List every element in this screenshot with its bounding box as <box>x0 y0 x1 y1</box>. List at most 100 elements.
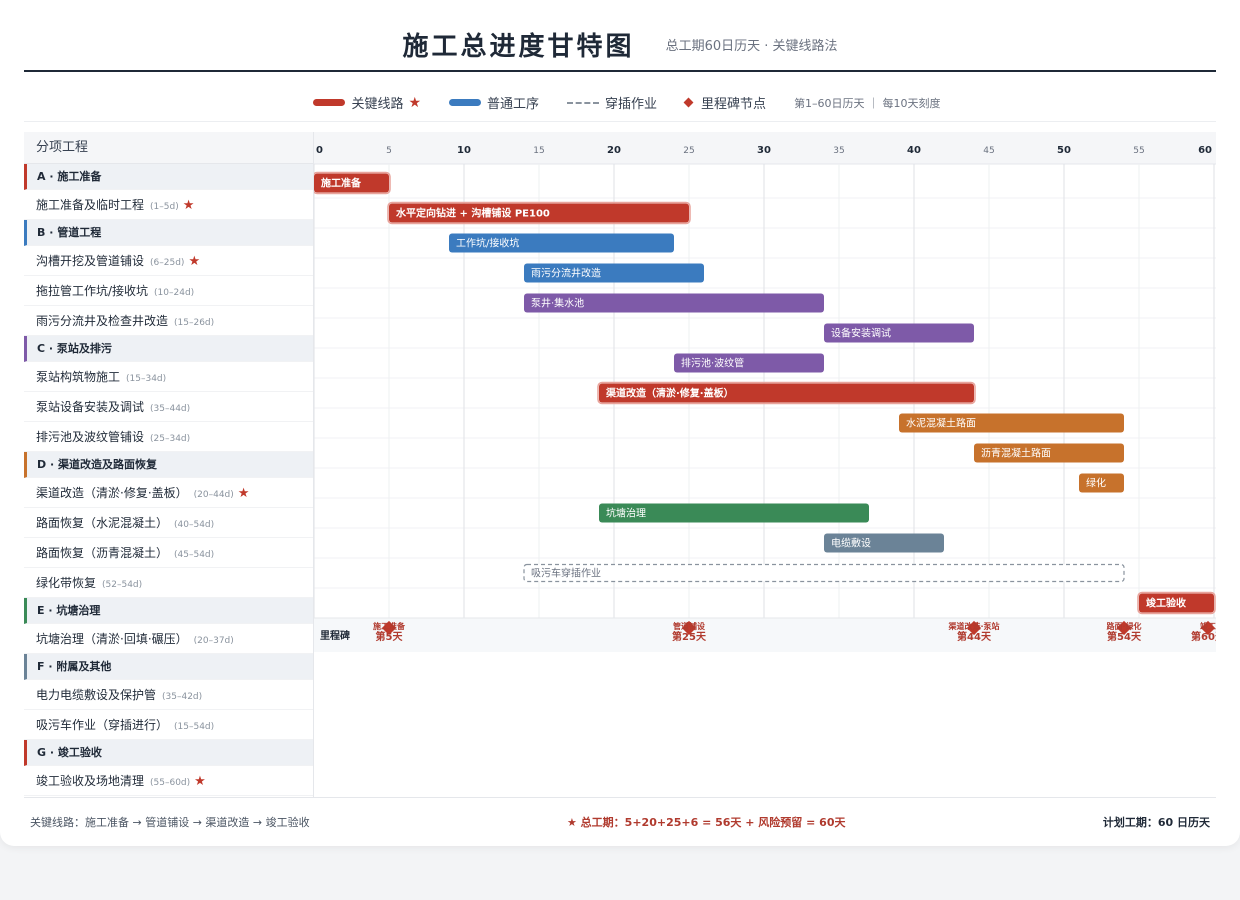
task-label: 泵站设备安装及调试 <box>36 400 145 414</box>
group-row: C · 泵站及排污 <box>24 336 313 362</box>
bar-label: 排污池·波纹管 <box>681 357 744 370</box>
task-duration: (40–54d) <box>174 520 215 530</box>
bar-label: 水泥混凝土路面 <box>906 417 976 430</box>
task-duration: (1–5d) <box>150 202 179 212</box>
task-list-header: 分项工程 <box>24 132 313 164</box>
dashed-swatch <box>567 101 600 104</box>
bar-label: 渠道改造（清淤·修复·盖板） <box>605 387 734 400</box>
legend-normal-label: 普通工序 <box>487 97 540 112</box>
gantt-bar-dashed <box>523 563 1125 583</box>
tick-label: 35 <box>833 146 844 156</box>
milestone-name: 渠道改造·泵站 <box>947 621 999 631</box>
task-label: 排污池及波纹管铺设 <box>36 430 145 444</box>
critical-star-icon: ★ <box>188 254 201 269</box>
task-row: 沟槽开挖及管道铺设 (6–25d) ★ <box>24 246 313 276</box>
legend-inserted: 穿插作业 <box>567 93 657 112</box>
task-row: 泵站设备安装及调试 (35–44d) <box>24 392 313 422</box>
group-row: F · 附属及其他 <box>24 654 313 680</box>
task-duration: (15–54d) <box>174 722 215 732</box>
task-row: 路面恢复（水泥混凝土） (40–54d) <box>24 508 313 538</box>
tick-label: 60 <box>1198 145 1212 156</box>
bar-label: 工作坑/接收坑 <box>456 237 519 250</box>
task-label: 电力电缆敷设及保护管 <box>36 688 157 702</box>
footer-planned-value: 60 日历天 <box>1157 816 1210 829</box>
task-row: 雨污分流井及检查井改造 (15–26d) <box>24 306 313 336</box>
task-row: 电力电缆敷设及保护管 (35–42d) <box>24 680 313 710</box>
task-label: 施工准备及临时工程 <box>36 198 145 212</box>
milestone-day: 第60天 <box>1191 630 1216 643</box>
legend-inserted-label: 穿插作业 <box>605 97 658 112</box>
task-list: 分项工程 A · 施工准备 施工准备及临时工程 (1–5d) ★ B · 管道工程 沟槽开… <box>24 132 314 798</box>
bar-label: 坑塘治理 <box>606 507 646 520</box>
task-row: 竣工验收及场地清理 (55–60d) ★ <box>24 766 313 796</box>
critical-star-icon: ★ <box>237 486 250 501</box>
task-label: 渠道改造（清淤·修复·盖板） <box>36 486 188 500</box>
milestone-band <box>314 618 1216 652</box>
tick-label: 15 <box>533 146 544 156</box>
tick-label: 55 <box>1133 146 1144 156</box>
critical-swatch <box>313 99 346 106</box>
normal-swatch <box>449 99 482 106</box>
bar-label: 吸污车穿插作业 <box>531 567 601 580</box>
critical-star-icon: ★ <box>194 774 206 789</box>
task-label: 路面恢复（水泥混凝土） <box>36 516 169 530</box>
tick-label: 30 <box>757 145 771 156</box>
legend-critical-label: 关键线路 <box>351 97 404 112</box>
milestone-day: 第54天 <box>1107 630 1142 643</box>
milestone-name: 竣工 <box>1200 621 1216 631</box>
task-duration: (35–44d) <box>150 404 191 414</box>
group-row: G · 竣工验收 <box>24 740 313 766</box>
task-row: 拖拉管工作坑/接收坑 (10–24d) <box>24 276 313 306</box>
tick-label: 25 <box>683 146 694 156</box>
task-duration: (15–26d) <box>174 318 215 328</box>
timeline: 0 5 10 15 20 25 30 35 40 45 50 55 60 施工准备 水平定向钻进 + 沟槽铺… <box>312 132 1226 798</box>
task-duration: (20–44d) <box>193 490 234 500</box>
task-row: 坑塘治理（清淤·回填·碾压） (20–37d) <box>24 624 313 654</box>
task-row: 排污池及波纹管铺设 (25–34d) <box>24 422 313 452</box>
tick-label: 50 <box>1057 145 1071 156</box>
footer-critical-path: 关键线路：施工准备 → 管道铺设 → 渠道改造 → 竣工验收 <box>30 816 310 829</box>
milestone-row-label: 里程碑 <box>320 629 350 642</box>
milestone-name: 管道铺设 <box>673 621 705 631</box>
task-duration: (15–34d) <box>126 374 167 384</box>
bar-label: 绿化 <box>1086 477 1106 490</box>
tick-label: 0 <box>316 145 323 156</box>
gantt-svg: 0 5 10 15 20 25 30 35 40 45 50 55 60施工准备水平定向钻进 + 沟槽铺… <box>312 132 1226 652</box>
legend-note: 第1–60日历天 ｜ 每10天刻度 <box>794 96 941 110</box>
page-subtitle: 总工期60日历天 · 关键线路法 <box>665 39 838 54</box>
group-row: A · 施工准备 <box>24 164 313 190</box>
task-label: 路面恢复（沥青混凝土） <box>36 546 169 560</box>
critical-star-icon: ★ <box>182 198 195 213</box>
tick-label: 45 <box>983 146 994 156</box>
star-icon: ★ <box>408 94 422 111</box>
page-header: 施工总进度甘特图 总工期60日历天 · 关键线路法 <box>24 26 1216 72</box>
task-duration: (6–25d) <box>150 258 185 268</box>
bar-label: 电缆敷设 <box>831 537 871 550</box>
task-label: 沟槽开挖及管道铺设 <box>36 254 145 268</box>
task-duration: (55–60d) <box>150 778 191 788</box>
page-title: 施工总进度甘特图 <box>402 32 635 62</box>
task-row: 泵站构筑物施工 (15–34d) <box>24 362 313 392</box>
milestone-day: 第5天 <box>376 630 404 643</box>
footer-total-duration: ★ 总工期：5+20+25+6 = 56天 + 风险预留 = 60天 <box>566 816 846 829</box>
milestone-day: 第44天 <box>957 630 992 643</box>
bar-label: 设备安装调试 <box>831 327 891 340</box>
group-row: E · 坑塘治理 <box>24 598 313 624</box>
task-row: 渠道改造（清淤·修复·盖板） (20–44d) ★ <box>24 478 313 508</box>
bar-label: 竣工验收 <box>1146 597 1186 610</box>
milestone-name: 施工准备 <box>373 621 406 631</box>
footer: 关键线路：施工准备 → 管道铺设 → 渠道改造 → 竣工验收 ★ 总工期：5+2… <box>24 808 1216 836</box>
task-label: 坑塘治理（清淤·回填·碾压） <box>36 632 188 646</box>
milestone-day: 第25天 <box>672 630 707 643</box>
gantt-chart: 分项工程 A · 施工准备 施工准备及临时工程 (1–5d) ★ B · 管道工程 沟槽开… <box>24 132 1226 798</box>
task-label: 竣工验收及场地清理 <box>36 774 145 788</box>
milestone-name: 路面·绿化 <box>1106 621 1141 631</box>
task-duration: (10–24d) <box>154 288 195 298</box>
task-duration: (45–54d) <box>174 550 215 560</box>
task-row: 路面恢复（沥青混凝土） (45–54d) <box>24 538 313 568</box>
task-duration: (35–42d) <box>162 692 203 702</box>
tick-label: 10 <box>457 145 471 156</box>
tick-label: 40 <box>907 145 921 156</box>
task-row: 施工准备及临时工程 (1–5d) ★ <box>24 190 313 220</box>
legend: 关键线路 ★ 普通工序 穿插作业 里程碑节点 第1–60日历天 ｜ 每10天刻度 <box>24 84 1216 122</box>
